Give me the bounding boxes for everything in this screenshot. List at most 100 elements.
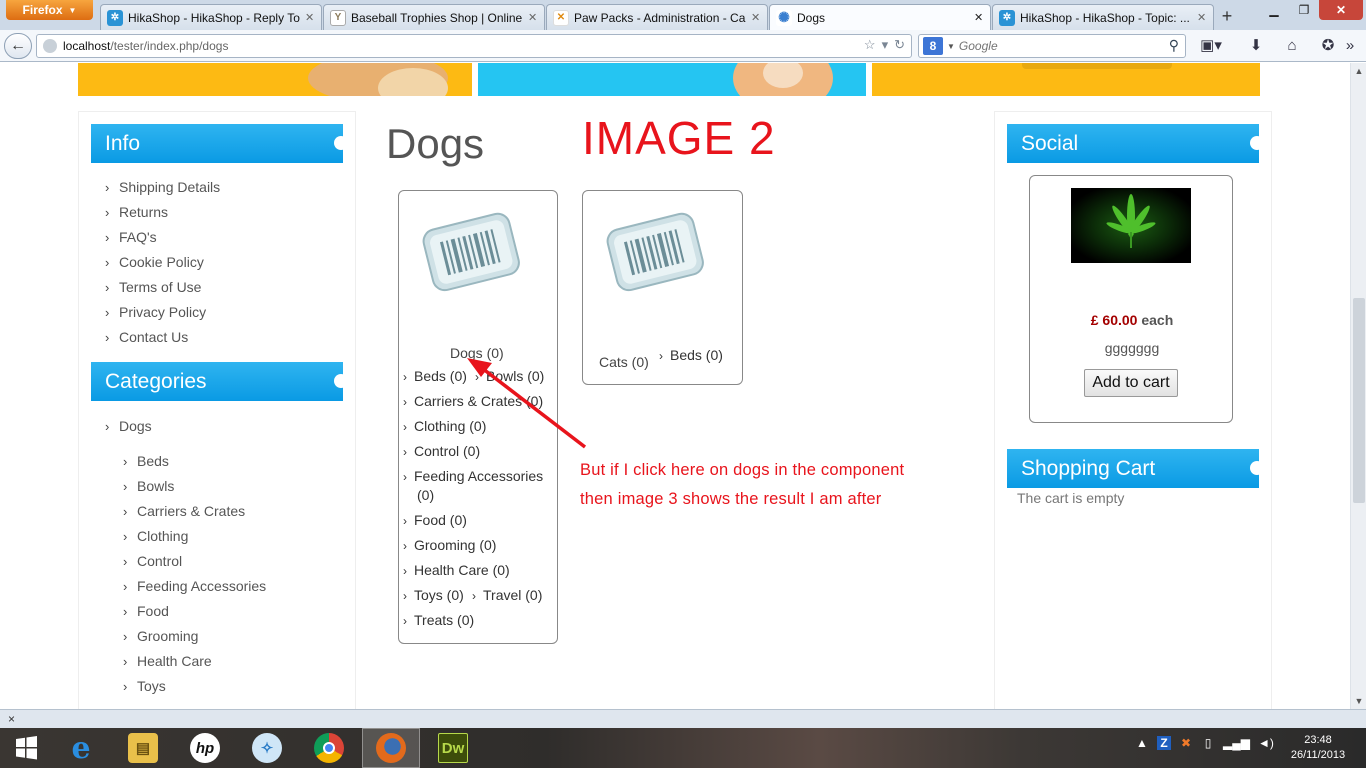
window-close-icon[interactable]: ✕ xyxy=(1319,0,1363,20)
category-item-beds[interactable]: › Beds xyxy=(123,449,266,474)
info-item-returns[interactable]: › Returns xyxy=(105,200,220,225)
battery-icon[interactable]: ▯ xyxy=(1201,736,1215,750)
cart-module-heading: Shopping Cart xyxy=(1007,449,1264,488)
barcode-placeholder-icon[interactable] xyxy=(419,209,523,293)
back-arrow-icon[interactable]: ← xyxy=(4,33,32,59)
xampp-icon[interactable]: ✖ xyxy=(1179,736,1193,750)
system-clock[interactable]: 23:48 26/11/2013 xyxy=(1290,733,1346,763)
browser-tab-dogs[interactable]: ✺ Dogs ✕ xyxy=(769,4,991,30)
category-link-dogs[interactable]: Dogs (0) xyxy=(450,345,504,361)
subcategory-toys[interactable]: › Toys (0) xyxy=(403,587,464,603)
category-item-clothing[interactable]: › Clothing xyxy=(123,524,266,549)
banner-cat-image[interactable] xyxy=(478,63,866,96)
firefox-menu-button[interactable]: Firefox ▼ xyxy=(6,0,93,20)
category-item-control[interactable]: › Control xyxy=(123,549,266,574)
minimize-icon[interactable]: ▁ xyxy=(1259,0,1289,20)
home-icon[interactable]: ⌂ xyxy=(1279,35,1305,57)
new-tab-icon[interactable]: + xyxy=(1215,6,1239,28)
reload-icon[interactable]: ↻ xyxy=(894,37,905,53)
network-signal-icon[interactable]: ▂▄▆ xyxy=(1223,736,1250,750)
address-bar[interactable]: localhost/tester/index.php/dogs ☆ ▾ ↻ xyxy=(36,34,912,58)
subcategory-feeding-count[interactable]: (0) xyxy=(417,487,434,503)
info-item-privacy[interactable]: › Privacy Policy xyxy=(105,300,220,325)
taskbar-chrome[interactable] xyxy=(300,728,358,768)
info-item-shipping[interactable]: › Shipping Details xyxy=(105,175,220,200)
info-item-faq[interactable]: › FAQ's xyxy=(105,225,220,250)
category-item-food[interactable]: › Food xyxy=(123,599,266,624)
search-input[interactable] xyxy=(958,39,1159,53)
category-item-feeding[interactable]: › Feeding Accessories xyxy=(123,574,266,599)
chevron-down-icon[interactable]: ▼ xyxy=(947,42,955,51)
taskbar-internet-explorer[interactable]: e xyxy=(52,728,110,768)
show-hidden-icons-chevron-icon[interactable]: ▲ xyxy=(1135,736,1149,750)
google-engine-icon[interactable]: 8 xyxy=(923,37,943,55)
close-statusbar-icon[interactable]: × xyxy=(8,712,15,726)
download-icon[interactable]: ⬇ xyxy=(1243,35,1269,57)
browser-tab-paw-packs-admin[interactable]: ✕ Paw Packs - Administration - Ca... ✕ xyxy=(546,4,768,30)
heading-tab-decoration xyxy=(334,374,348,388)
clock-date: 26/11/2013 xyxy=(1290,749,1346,761)
barcode-placeholder-icon[interactable] xyxy=(603,209,707,293)
chevron-right-icon: › xyxy=(403,539,407,553)
subcategory-health-care[interactable]: › Health Care (0) xyxy=(403,562,510,578)
scroll-down-icon[interactable]: ▼ xyxy=(1351,693,1366,709)
close-tab-icon[interactable]: ✕ xyxy=(528,11,538,24)
taskbar-safari[interactable]: ✧ xyxy=(238,728,296,768)
info-item-terms[interactable]: › Terms of Use xyxy=(105,275,220,300)
zend-icon[interactable]: Z xyxy=(1157,736,1171,750)
taskbar-hp[interactable]: hp xyxy=(176,728,234,768)
browser-tab-baseball-trophies[interactable]: Y Baseball Trophies Shop | Online ... ✕ xyxy=(323,4,545,30)
close-tab-icon[interactable]: ✕ xyxy=(305,11,315,24)
browser-tab-hikashop-topic[interactable]: ✲ HikaShop - HikaShop - Topic: ... ✕ xyxy=(992,4,1214,30)
subcategory-cat-beds[interactable]: › Beds (0) xyxy=(659,347,723,363)
bookmark-star-icon[interactable]: ☆ xyxy=(864,37,876,53)
hp-logo-icon: hp xyxy=(190,733,220,763)
taskbar-file-explorer[interactable]: ▤ xyxy=(114,728,172,768)
subcategory-feeding[interactable]: › Feeding Accessories xyxy=(403,468,543,484)
close-tab-icon[interactable]: ✕ xyxy=(751,11,761,24)
bookmarks-menu-icon[interactable]: ▣▾ xyxy=(1198,35,1224,57)
addon-icon[interactable]: ✪ xyxy=(1315,35,1341,57)
dropdown-arrow-icon[interactable]: ▾ xyxy=(882,37,889,53)
close-tab-icon[interactable]: ✕ xyxy=(1197,11,1207,24)
close-tab-icon[interactable]: ✕ xyxy=(974,11,984,24)
windows-start-icon[interactable] xyxy=(6,732,46,764)
info-item-contact[interactable]: › Contact Us xyxy=(105,325,220,350)
vertical-scrollbar[interactable]: ▲ ▼ xyxy=(1350,63,1366,709)
info-item-cookie-policy[interactable]: › Cookie Policy xyxy=(105,250,220,275)
subcategory-travel[interactable]: › Travel (0) xyxy=(472,587,542,603)
add-to-cart-button[interactable]: Add to cart xyxy=(1084,369,1178,397)
subcategory-bowls[interactable]: › Bowls (0) xyxy=(475,368,544,384)
scroll-thumb[interactable] xyxy=(1353,298,1365,503)
product-name[interactable]: ggggggg xyxy=(1030,340,1234,356)
volume-icon[interactable]: ◄) xyxy=(1258,736,1274,750)
banner-promo[interactable] xyxy=(872,63,1260,96)
scroll-up-icon[interactable]: ▲ xyxy=(1351,63,1366,79)
browser-tab-hikashop-reply[interactable]: ✲ HikaShop - HikaShop - Reply To... ✕ xyxy=(100,4,322,30)
product-image[interactable] xyxy=(1071,188,1191,263)
category-item-carriers[interactable]: › Carriers & Crates xyxy=(123,499,266,524)
info-item-label: FAQ's xyxy=(119,229,157,245)
category-item-dogs[interactable]: › Dogs xyxy=(105,414,152,439)
subcategory-food[interactable]: › Food (0) xyxy=(403,512,467,528)
restore-icon[interactable]: ❐ xyxy=(1290,0,1318,20)
category-item-bowls[interactable]: › Bowls xyxy=(123,474,266,499)
search-icon[interactable]: ⚲ xyxy=(1169,37,1179,54)
category-item-health-care[interactable]: › Health Care xyxy=(123,649,266,674)
category-item-grooming[interactable]: › Grooming xyxy=(123,624,266,649)
subcategory-treats[interactable]: › Treats (0) xyxy=(403,612,474,628)
banner-dog-image[interactable] xyxy=(78,63,472,96)
subcategory-grooming[interactable]: › Grooming (0) xyxy=(403,537,496,553)
taskbar-dreamweaver[interactable]: Dw xyxy=(424,728,482,768)
product-card: £ 60.00 each ggggggg Add to cart xyxy=(1029,175,1233,423)
info-item-label: Terms of Use xyxy=(119,279,202,295)
category-link-cats[interactable]: Cats (0) xyxy=(599,354,649,370)
subcategory-beds[interactable]: › Beds (0) xyxy=(403,368,467,384)
subcategory-control[interactable]: › Control (0) xyxy=(403,443,480,459)
subcategory-clothing[interactable]: › Clothing (0) xyxy=(403,418,486,434)
subcategory-carriers[interactable]: › Carriers & Crates (0) xyxy=(403,393,543,409)
menu-chevron-icon[interactable]: » xyxy=(1340,35,1360,57)
taskbar-firefox[interactable] xyxy=(362,728,420,768)
search-bar[interactable]: 8 ▼ ⚲ xyxy=(918,34,1186,58)
category-item-toys[interactable]: › Toys xyxy=(123,674,266,699)
